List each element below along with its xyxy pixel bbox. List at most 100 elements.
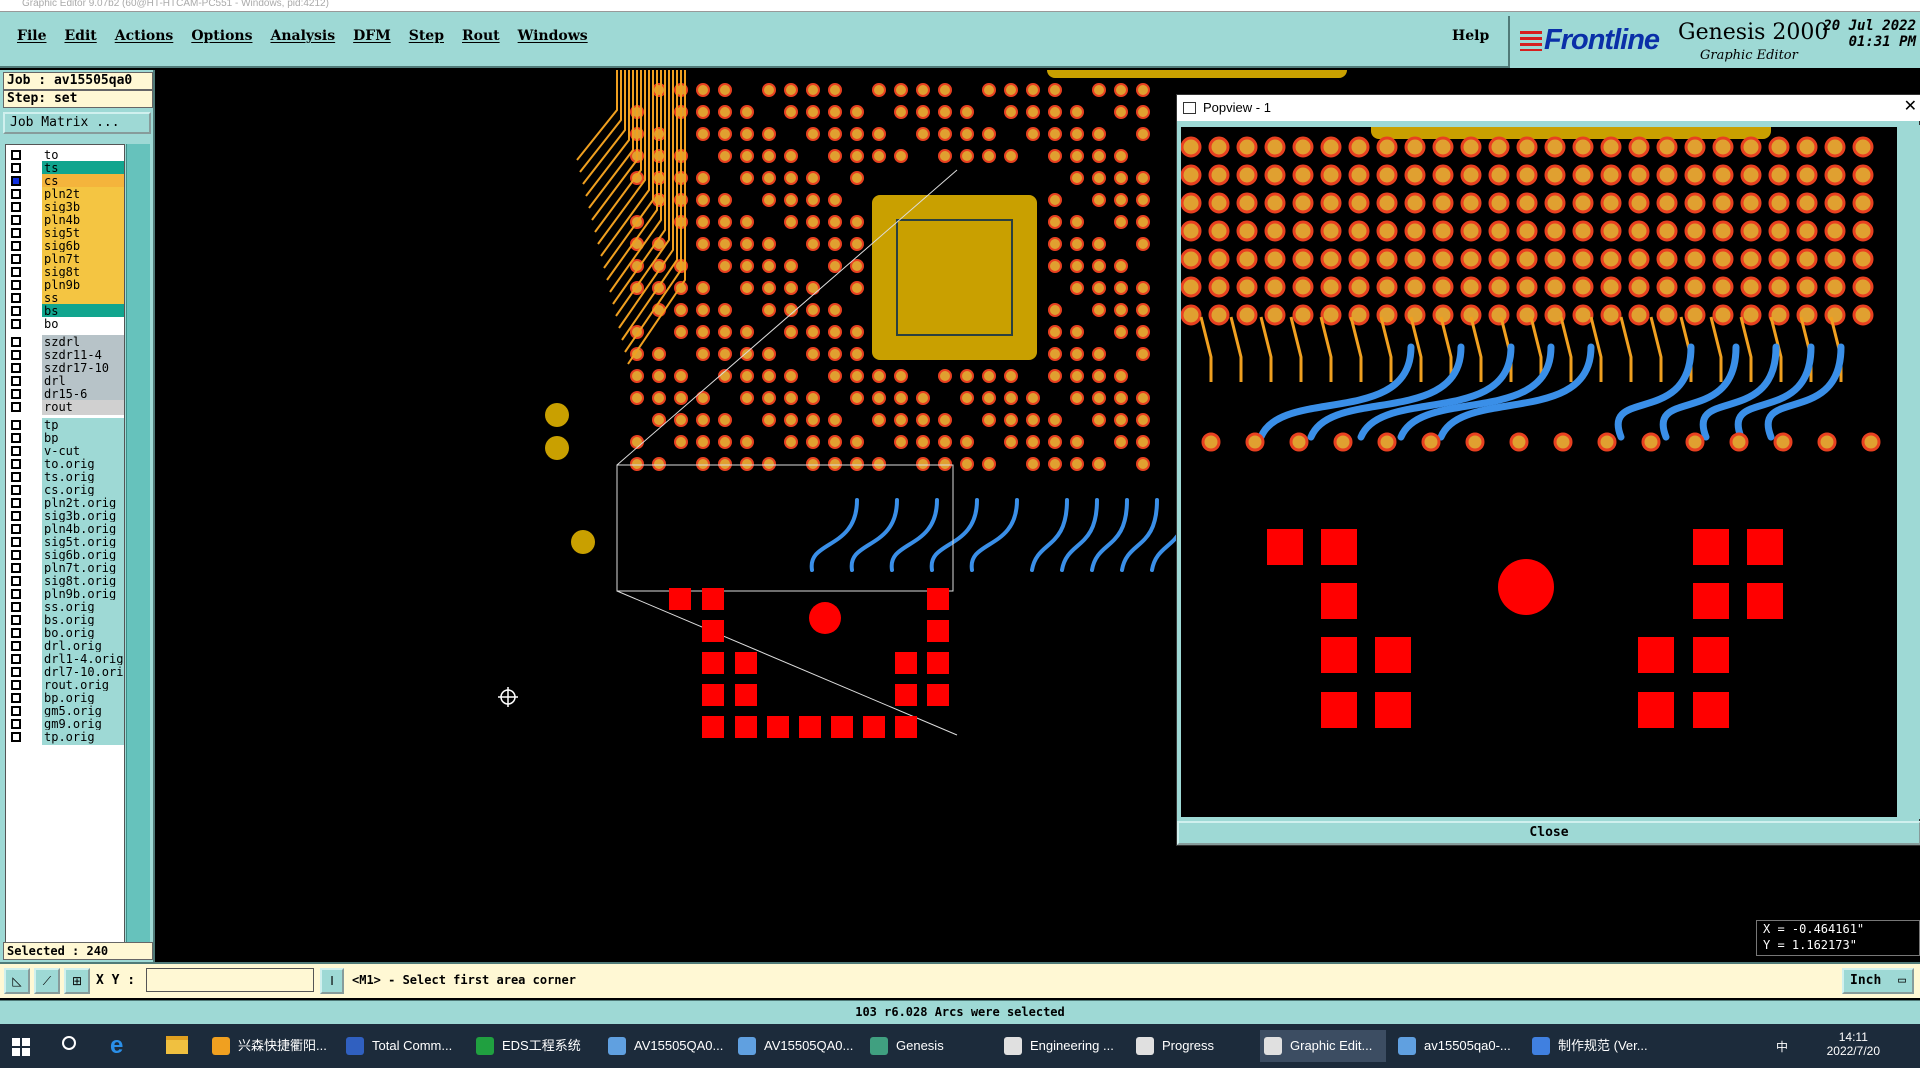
layer-checkbox[interactable] [11, 293, 21, 303]
layer-row-tp.orig[interactable]: tp.orig [6, 729, 124, 745]
measure-icon[interactable]: ⟋ [34, 968, 60, 994]
layer-name[interactable]: rout [42, 400, 124, 415]
layer-checkbox[interactable] [11, 433, 21, 443]
layer-checkbox[interactable] [11, 628, 21, 638]
via-pad [1004, 83, 1018, 97]
taskbar-item[interactable]: AV15505QA0... [734, 1030, 860, 1062]
via-pad [806, 83, 820, 97]
layer-list-scrollbar[interactable] [126, 144, 150, 950]
units-select[interactable]: Inch ▭ [1842, 968, 1914, 994]
close-icon[interactable]: ✕ [1904, 95, 1917, 119]
pad [1245, 432, 1265, 452]
menu-analysis[interactable]: Analysis [261, 28, 344, 44]
layer-checkbox[interactable] [11, 576, 21, 586]
menu-help[interactable]: Help [1452, 28, 1489, 44]
xy-input[interactable] [146, 968, 314, 992]
taskbar-item[interactable]: av15505qa0-... [1394, 1030, 1520, 1062]
layer-checkbox[interactable] [11, 446, 21, 456]
layer-checkbox[interactable] [11, 337, 21, 347]
layer-checkbox[interactable] [11, 589, 21, 599]
layer-checkbox[interactable] [11, 280, 21, 290]
ime-indicator[interactable]: 中 [1776, 1038, 1788, 1055]
layer-checkbox[interactable] [11, 176, 21, 186]
layer-checkbox[interactable] [11, 654, 21, 664]
layer-row-rout[interactable]: rout [6, 399, 124, 415]
grid-icon[interactable]: ⊞ [64, 968, 90, 994]
layer-checkbox[interactable] [11, 402, 21, 412]
menu-dfm[interactable]: DFM [344, 28, 400, 44]
menu-options[interactable]: Options [182, 28, 261, 44]
layer-checkbox[interactable] [11, 511, 21, 521]
via-pad [696, 193, 710, 207]
layer-name[interactable]: tp.orig [42, 730, 124, 745]
layer-checkbox[interactable] [11, 163, 21, 173]
layer-checkbox[interactable] [11, 498, 21, 508]
layer-checkbox[interactable] [11, 150, 21, 160]
via-pad [806, 171, 820, 185]
menu-step[interactable]: Step [400, 28, 453, 44]
menu-edit[interactable]: Edit [55, 28, 105, 44]
layer-checkbox[interactable] [11, 228, 21, 238]
taskbar-item[interactable]: Progress [1132, 1030, 1258, 1062]
taskbar-item[interactable]: 兴森快捷衢阳... [208, 1030, 334, 1062]
layer-checkbox[interactable] [11, 719, 21, 729]
layer-checkbox[interactable] [11, 472, 21, 482]
taskbar-item[interactable]: Genesis [866, 1030, 992, 1062]
job-matrix-button[interactable]: Job Matrix ... [3, 112, 151, 134]
snap-icon[interactable]: ◺ [4, 968, 30, 994]
via-pad [1768, 164, 1790, 186]
layer-checkbox[interactable] [11, 641, 21, 651]
layer-checkbox[interactable] [11, 732, 21, 742]
layer-checkbox[interactable] [11, 202, 21, 212]
layer-checkbox[interactable] [11, 189, 21, 199]
layer-checkbox[interactable] [11, 241, 21, 251]
popview-canvas[interactable] [1181, 127, 1897, 817]
layer-checkbox[interactable] [11, 319, 21, 329]
menu-file[interactable]: File [8, 28, 55, 44]
layer-checkbox[interactable] [11, 524, 21, 534]
trace [1259, 316, 1273, 382]
layer-checkbox[interactable] [11, 615, 21, 625]
layer-checkbox[interactable] [11, 485, 21, 495]
popview-pcb[interactable] [1181, 127, 1897, 817]
taskbar-item[interactable]: Engineering ... [1000, 1030, 1126, 1062]
menu-windows[interactable]: Windows [509, 28, 597, 44]
layer-checkbox[interactable] [11, 267, 21, 277]
layer-checkbox[interactable] [11, 254, 21, 264]
layer-checkbox[interactable] [11, 563, 21, 573]
popview-title-bar[interactable]: Popview - 1 ✕ [1177, 95, 1920, 121]
taskbar-item[interactable]: 制作规范 (Ver... [1528, 1030, 1654, 1062]
layer-checkbox[interactable] [11, 363, 21, 373]
explorer-icon[interactable] [166, 1036, 188, 1054]
layer-checkbox[interactable] [11, 667, 21, 677]
layer-checkbox[interactable] [11, 680, 21, 690]
cursor-mode-icon[interactable]: I [320, 968, 344, 994]
layer-checkbox[interactable] [11, 306, 21, 316]
layer-checkbox[interactable] [11, 215, 21, 225]
layer-checkbox[interactable] [11, 550, 21, 560]
taskbar-clock[interactable]: 14:11 2022/7/20 [1827, 1030, 1880, 1058]
layer-checkbox[interactable] [11, 706, 21, 716]
layer-checkbox[interactable] [11, 376, 21, 386]
layer-checkbox[interactable] [11, 350, 21, 360]
layer-name[interactable]: bo [42, 317, 124, 332]
layer-checkbox[interactable] [11, 420, 21, 430]
taskbar-item[interactable]: Graphic Edit... [1260, 1030, 1386, 1062]
windows-start-icon[interactable] [12, 1038, 30, 1056]
taskbar-item[interactable]: AV15505QA0... [604, 1030, 730, 1062]
search-icon[interactable] [62, 1036, 76, 1050]
taskbar-item[interactable]: Total Comm... [342, 1030, 468, 1062]
via-pad [1488, 192, 1510, 214]
layer-checkbox[interactable] [11, 602, 21, 612]
layer-checkbox[interactable] [11, 537, 21, 547]
layer-checkbox[interactable] [11, 459, 21, 469]
ie-icon[interactable]: e [110, 1032, 123, 1060]
layer-row-bo[interactable]: bo [6, 316, 124, 332]
layer-checkbox[interactable] [11, 389, 21, 399]
layer-checkbox[interactable] [11, 693, 21, 703]
popview-close-button[interactable]: Close [1177, 821, 1920, 845]
menu-actions[interactable]: Actions [106, 28, 183, 44]
menu-rout[interactable]: Rout [453, 28, 509, 44]
taskbar-item[interactable]: EDS工程系统 [472, 1030, 598, 1062]
via-pad [740, 435, 754, 449]
